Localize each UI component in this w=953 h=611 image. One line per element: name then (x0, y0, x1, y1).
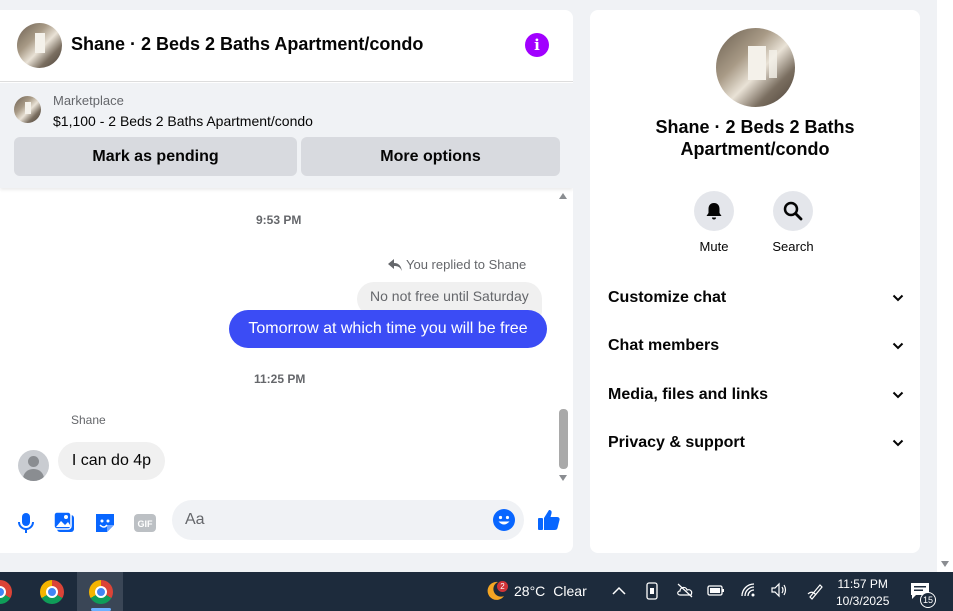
conversation-title[interactable]: Shane · 2 Beds 2 Baths Apartment/condo (71, 34, 423, 55)
windows-taskbar: 28°C Clear 2 11:57 PM 10/3/2025 15 (0, 572, 953, 611)
chrome-icon (40, 580, 64, 604)
message-input-container (172, 500, 524, 540)
chevron-down-icon (892, 342, 904, 350)
message-list: 9:53 PM You replied to Shane No not free… (0, 188, 573, 481)
details-title: Shane · 2 Beds 2 Baths Apartment/condo (655, 117, 855, 159)
volume-icon[interactable] (771, 582, 789, 598)
section-media-files-links[interactable]: Media, files and links (608, 380, 904, 410)
message-input[interactable] (185, 500, 485, 540)
reply-label: You replied to Shane (406, 257, 527, 272)
section-privacy-support[interactable]: Privacy & support (608, 428, 904, 458)
sender-name: Shane (71, 413, 106, 427)
listing-thumbnail[interactable] (14, 96, 41, 123)
notification-badge: 15 (920, 592, 937, 608)
taskbar-app-chrome-partial[interactable] (0, 572, 22, 611)
section-label: Media, files and links (608, 386, 769, 403)
listing-title[interactable]: $1,100 - 2 Beds 2 Baths Apartment/condo (53, 113, 313, 129)
chrome-icon (0, 580, 12, 604)
clock-time: 11:57 PM (837, 577, 888, 591)
reply-indicator: You replied to Shane (388, 257, 526, 272)
chat-panel: Shane · 2 Beds 2 Baths Apartment/condo i… (0, 10, 573, 553)
section-chat-members[interactable]: Chat members (608, 331, 904, 361)
search-icon (783, 201, 803, 221)
mute-button[interactable]: Mute (684, 191, 744, 254)
weather-condition: Clear (553, 583, 587, 599)
meet-now-icon[interactable] (644, 582, 660, 600)
sticker-icon[interactable] (93, 511, 117, 535)
microphone-icon[interactable] (14, 511, 38, 535)
page-scroll-down-arrow[interactable] (941, 561, 949, 567)
chrome-icon (89, 580, 113, 604)
section-label: Privacy & support (608, 434, 745, 451)
chat-header: Shane · 2 Beds 2 Baths Apartment/condo i (0, 10, 573, 82)
composer-bar: GIF (0, 500, 573, 553)
chevron-up-icon[interactable] (612, 585, 626, 597)
gif-icon[interactable]: GIF (133, 511, 157, 535)
pen-icon[interactable] (807, 582, 825, 600)
clock-date: 10/3/2025 (836, 594, 890, 608)
onedrive-icon[interactable] (676, 582, 694, 598)
search-label: Search (772, 239, 814, 254)
outgoing-message[interactable]: Tomorrow at which time you will be free (229, 310, 547, 348)
more-options-button[interactable]: More options (301, 137, 560, 176)
reply-icon (388, 258, 402, 271)
details-avatar[interactable] (716, 28, 795, 107)
weather-temperature: 28°C (514, 583, 546, 599)
section-customize-chat[interactable]: Customize chat (608, 283, 904, 313)
mark-as-pending-button[interactable]: Mark as pending (14, 137, 297, 176)
scroll-up-arrow[interactable] (559, 193, 567, 199)
chevron-down-icon (892, 294, 904, 302)
weather-badge: 2 (497, 581, 508, 592)
marketplace-banner: Marketplace $1,100 - 2 Beds 2 Baths Apar… (0, 83, 573, 188)
wifi-icon[interactable] (740, 582, 758, 598)
emoji-icon[interactable] (493, 509, 515, 531)
timestamp: 11:25 PM (254, 372, 306, 386)
timestamp: 9:53 PM (256, 213, 302, 227)
search-button[interactable]: Search (763, 191, 823, 254)
sender-avatar[interactable] (18, 450, 49, 481)
notification-center[interactable]: 15 (910, 582, 937, 608)
chevron-down-icon (892, 439, 904, 447)
scroll-down-arrow[interactable] (559, 475, 567, 481)
mute-label: Mute (699, 239, 729, 254)
conversation-details-panel: Shane · 2 Beds 2 Baths Apartment/condo M… (590, 10, 920, 553)
taskbar-app-chrome[interactable] (28, 572, 74, 611)
taskbar-app-chrome-active[interactable] (77, 572, 123, 611)
page-scrollbar[interactable] (937, 0, 953, 572)
conversation-avatar[interactable] (17, 23, 62, 68)
like-icon[interactable] (537, 508, 561, 532)
chevron-down-icon (892, 391, 904, 399)
photo-icon[interactable] (53, 511, 77, 535)
system-clock[interactable]: 11:57 PM 10/3/2025 (836, 576, 889, 610)
section-label: Customize chat (608, 289, 727, 306)
section-label: Chat members (608, 337, 720, 354)
incoming-message[interactable]: I can do 4p (58, 442, 165, 480)
svg-text:GIF: GIF (138, 519, 154, 529)
bell-icon (706, 203, 722, 220)
message-scrollbar[interactable] (559, 409, 568, 469)
battery-icon[interactable] (707, 582, 725, 598)
marketplace-label: Marketplace (53, 93, 124, 108)
info-icon[interactable]: i (525, 33, 549, 57)
